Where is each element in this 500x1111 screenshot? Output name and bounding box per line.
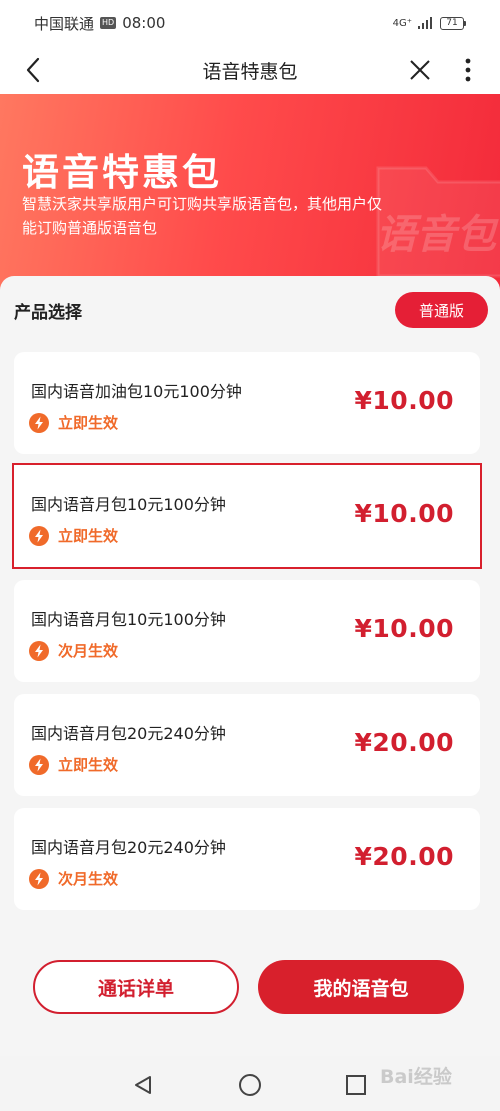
carrier-name: 中国联通: [34, 14, 95, 33]
section-header: 产品选择 普通版: [0, 276, 500, 346]
effect-text: 立即生效: [58, 527, 119, 545]
price: ¥10.00: [354, 614, 454, 643]
lightning-icon: [29, 525, 49, 546]
product-card[interactable]: 国内语音月包20元240分钟 次月生效 ¥20.00: [14, 808, 480, 910]
effect-tag: 立即生效: [29, 525, 118, 546]
square-recent-icon: [346, 1075, 366, 1095]
more-vertical-icon: [465, 58, 471, 82]
battery-level: 71: [440, 16, 464, 30]
product-card[interactable]: 国内语音月包10元100分钟 次月生效 ¥10.00: [14, 580, 480, 682]
effect-text: 次月生效: [58, 642, 119, 660]
hero-watermark-text: 语音包: [376, 212, 499, 258]
hero-title: 语音特惠包: [22, 151, 222, 194]
product-name: 国内语音月包20元240分钟: [31, 838, 226, 857]
hero-description: 智慧沃家共享版用户可订购共享版语音包，其他用户仅能订购普通版语音包: [22, 195, 383, 237]
status-left: 中国联通 HD 08:00: [34, 13, 165, 34]
more-button[interactable]: [456, 54, 480, 86]
baidu-watermark: Bai经验: [380, 1066, 452, 1088]
battery-icon: 71: [440, 16, 466, 30]
price: ¥10.00: [354, 386, 454, 415]
effect-text: 立即生效: [58, 414, 119, 432]
effect-tag: 立即生效: [29, 412, 118, 433]
effect-text: 次月生效: [58, 870, 119, 888]
product-name: 国内语音加油包10元100分钟: [31, 382, 242, 401]
lightning-icon: [29, 868, 49, 889]
my-voice-pack-button[interactable]: 我的语音包: [258, 960, 464, 1014]
battery-tip: [464, 20, 466, 26]
signal-icon: [418, 17, 432, 29]
effect-tag: 次月生效: [29, 640, 118, 661]
lightning-icon: [29, 412, 49, 433]
call-detail-button[interactable]: 通话详单: [33, 960, 239, 1014]
status-bar: 中国联通 HD 08:00 4G⁺ 71: [0, 0, 500, 46]
product-name: 国内语音月包10元100分钟: [31, 610, 226, 629]
product-card[interactable]: 国内语音加油包10元100分钟 立即生效 ¥10.00: [14, 352, 480, 454]
product-card-selected[interactable]: 国内语音月包10元100分钟 立即生效 ¥10.00: [12, 463, 482, 569]
product-card[interactable]: 国内语音月包20元240分钟 立即生效 ¥20.00: [14, 694, 480, 796]
system-home-button[interactable]: [236, 1071, 264, 1099]
back-arrow-icon: [26, 57, 40, 83]
folder-watermark-icon: 语音包: [376, 166, 500, 278]
close-icon: [410, 60, 430, 80]
product-name: 国内语音月包10元100分钟: [31, 495, 226, 514]
hero-banner: 语音包 语音特惠包 智慧沃家共享版用户可订购共享版语音包，其他用户仅能订购普通版…: [0, 94, 500, 294]
system-back-button[interactable]: [129, 1071, 157, 1099]
status-right: 4G⁺ 71: [392, 16, 466, 30]
system-recent-button[interactable]: [342, 1071, 370, 1099]
version-toggle-button[interactable]: 普通版: [395, 292, 488, 328]
circle-home-icon: [239, 1074, 261, 1096]
price: ¥20.00: [354, 728, 454, 757]
clock: 08:00: [122, 14, 166, 32]
network-type: 4G⁺: [392, 17, 412, 29]
effect-tag: 次月生效: [29, 868, 118, 889]
product-panel: 产品选择 普通版 国内语音加油包10元100分钟 立即生效 ¥10.00 国内语…: [0, 276, 500, 1056]
price: ¥20.00: [354, 842, 454, 871]
lightning-icon: [29, 640, 49, 661]
section-title: 产品选择: [14, 303, 82, 323]
effect-tag: 立即生效: [29, 754, 118, 775]
nav-bar: 语音特惠包: [0, 46, 500, 94]
price: ¥10.00: [354, 499, 454, 528]
hd-badge: HD: [100, 17, 117, 29]
lightning-icon: [29, 754, 49, 775]
triangle-back-icon: [135, 1076, 151, 1094]
back-button[interactable]: [18, 54, 48, 86]
product-name: 国内语音月包20元240分钟: [31, 724, 226, 743]
effect-text: 立即生效: [58, 756, 119, 774]
close-button[interactable]: [404, 54, 436, 86]
